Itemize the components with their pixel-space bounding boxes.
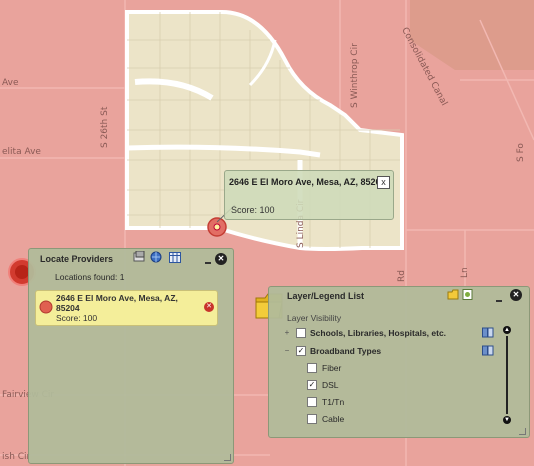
- checkbox-t1tn[interactable]: [307, 397, 317, 407]
- globe-icon[interactable]: [150, 251, 162, 263]
- document-icon[interactable]: [462, 289, 474, 300]
- item-label-dsl: DSL: [322, 380, 339, 390]
- folder-open-icon[interactable]: [447, 289, 459, 300]
- group-label-broadband: Broadband Types: [310, 346, 382, 356]
- layers-icon[interactable]: [133, 251, 146, 263]
- street-label-sfo: S Fo: [516, 143, 526, 162]
- scroll-track[interactable]: [506, 336, 508, 414]
- expand-group-schools[interactable]: +: [284, 329, 290, 337]
- item-label-t1tn: T1/Tn: [322, 397, 345, 407]
- group-info-icon-schools[interactable]: [482, 327, 494, 338]
- popup-close-button[interactable]: x: [377, 176, 390, 189]
- location-popup: 2646 E El Moro Ave, Mesa, AZ, 85204 x Sc…: [224, 170, 394, 220]
- scroll-up-button[interactable]: ▲: [503, 326, 511, 334]
- locations-found: Locations found: 1: [55, 272, 125, 282]
- checkbox-dsl[interactable]: ✓: [307, 380, 317, 390]
- street-label-rd: Rd: [397, 270, 407, 282]
- layer-close-button[interactable]: ✕: [510, 289, 522, 301]
- layer-panel-title: Layer/Legend List: [287, 291, 365, 301]
- remove-result-icon[interactable]: ✕: [204, 302, 214, 312]
- table-icon[interactable]: [169, 252, 181, 263]
- street-label-ln: Ln: [460, 267, 470, 278]
- checkbox-schools[interactable]: [296, 328, 306, 338]
- layer-minimize-button[interactable]: [496, 300, 502, 302]
- result-score: Score: 100: [56, 313, 98, 323]
- collapse-group-broadband[interactable]: −: [284, 347, 290, 355]
- item-label-cable: Cable: [322, 414, 345, 424]
- group-info-icon-broadband[interactable]: [482, 345, 494, 356]
- layer-visibility-label: Layer Visibility: [287, 313, 342, 323]
- locate-resize-handle[interactable]: [224, 454, 231, 461]
- checkbox-cable[interactable]: [307, 414, 317, 424]
- street-label-elita: elita Ave: [2, 147, 41, 157]
- street-label-ish: ish Cir: [2, 452, 31, 462]
- layer-resize-handle[interactable]: [519, 428, 526, 435]
- group-label-schools: Schools, Libraries, Hospitals, etc.: [310, 328, 447, 338]
- checkbox-fiber[interactable]: [307, 363, 317, 373]
- street-label-ave: Ave: [2, 78, 19, 88]
- locate-panel-title: Locate Providers: [40, 254, 114, 264]
- locate-close-button[interactable]: ✕: [215, 253, 227, 265]
- checkbox-broadband[interactable]: ✓: [296, 346, 306, 356]
- locate-minimize-button[interactable]: [205, 262, 211, 264]
- result-item[interactable]: 2646 E El Moro Ave, Mesa, AZ, 85204 Scor…: [35, 290, 218, 326]
- layer-scrollbar[interactable]: ▲ ▼: [503, 326, 511, 424]
- location-marker-icon: [39, 300, 53, 314]
- street-label-winthrop: S Winthrop Cir: [350, 43, 360, 108]
- popup-score: Score: 100: [231, 205, 275, 215]
- item-label-fiber: Fiber: [322, 363, 342, 373]
- popup-address: 2646 E El Moro Ave, Mesa, AZ, 85204: [229, 177, 386, 187]
- scroll-down-button[interactable]: ▼: [503, 416, 511, 424]
- street-label-26th: S 26th St: [100, 106, 110, 148]
- result-address: 2646 E El Moro Ave, Mesa, AZ, 85204: [56, 293, 178, 313]
